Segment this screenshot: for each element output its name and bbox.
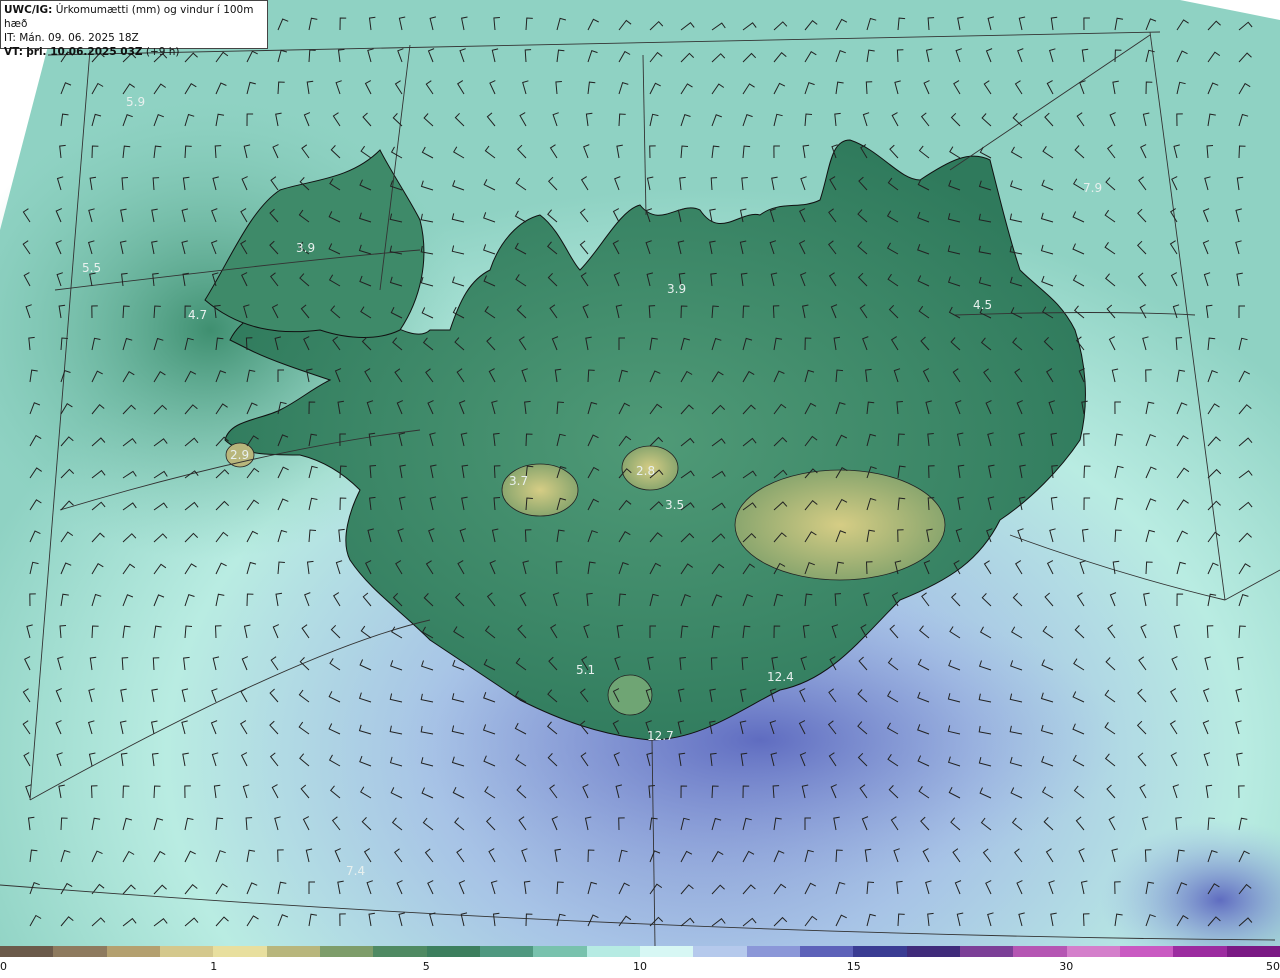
precipitation-map: 5.9 5.5 3.9 4.7 2.9 3.7 2.8 3.9 4.5 7.9 … <box>0 0 1280 946</box>
valid-time: þri. 10.06.2025 03Z <box>26 46 143 58</box>
valid-prefix: VT: <box>4 46 23 58</box>
title-line: UWC/IG: Úrkomumætti (mm) og vindur í 100… <box>4 3 264 31</box>
lead-time: (+9 h) <box>145 46 180 58</box>
value-label: 5.1 <box>576 663 595 677</box>
value-label: 3.7 <box>509 474 528 488</box>
colorbar-segment <box>373 946 427 957</box>
colorbar-tick-label: 50 <box>1266 960 1280 973</box>
colorbar-segment <box>53 946 107 957</box>
colorbar-segment <box>799 946 854 957</box>
colorbar-tick-label: 10 <box>633 960 647 973</box>
value-label: 4.7 <box>188 308 207 322</box>
valid-line: VT: þri. 10.06.2025 03Z (+9 h) <box>4 45 264 59</box>
value-label: 3.9 <box>667 282 686 296</box>
model-label: UWC/IG: <box>4 4 53 16</box>
value-label: 5.5 <box>82 261 101 275</box>
value-label: 7.9 <box>1083 181 1102 195</box>
colorbar-segment <box>906 946 960 957</box>
colorbar-segment <box>959 946 1014 957</box>
value-label: 4.5 <box>973 298 992 312</box>
issue-time: IT: Mán. 09. 06. 2025 18Z <box>4 32 139 44</box>
colorbar-segment <box>586 946 640 957</box>
colorbar-segment <box>746 946 800 957</box>
colorbar-segment <box>1226 946 1280 957</box>
colorbar-tick-label: 30 <box>1059 960 1074 973</box>
colorbar-segment <box>853 946 907 957</box>
colorbar-segment <box>213 946 267 957</box>
value-label: 3.5 <box>665 498 684 512</box>
colorbar-segment <box>1066 946 1120 957</box>
colorbar-segment <box>479 946 534 957</box>
colorbar-segment <box>106 946 160 957</box>
colorbar-segment <box>639 946 694 957</box>
colorbar <box>0 946 1280 957</box>
colorbar-tick-label: 15 <box>846 960 861 973</box>
colorbar-tick-label: 1 <box>210 960 218 973</box>
value-label: 2.8 <box>636 464 655 478</box>
value-label: 5.9 <box>126 95 145 109</box>
value-label: 3.9 <box>296 241 315 255</box>
colorbar-segment <box>1173 946 1227 957</box>
value-label: 12.4 <box>767 670 794 684</box>
colorbar-ticks: 0 1 5 10 15 30 50 <box>0 960 1280 978</box>
colorbar-segment <box>426 946 480 957</box>
colorbar-segment <box>533 946 587 957</box>
colorbar-tick-label: 0 <box>0 960 7 973</box>
colorbar-segment <box>159 946 214 957</box>
colorbar-segment <box>319 946 374 957</box>
colorbar-segment <box>0 946 54 957</box>
colorbar-segment <box>266 946 320 957</box>
colorbar-segment <box>1119 946 1174 957</box>
value-label: 7.4 <box>346 864 365 878</box>
value-label: 12.7 <box>647 729 674 743</box>
map-title-box: UWC/IG: Úrkomumætti (mm) og vindur í 100… <box>0 0 268 58</box>
colorbar-segment <box>693 946 747 957</box>
colorbar-segment <box>1013 946 1067 957</box>
colorbar-tick-label: 5 <box>422 960 430 973</box>
value-label: 2.9 <box>230 448 249 462</box>
